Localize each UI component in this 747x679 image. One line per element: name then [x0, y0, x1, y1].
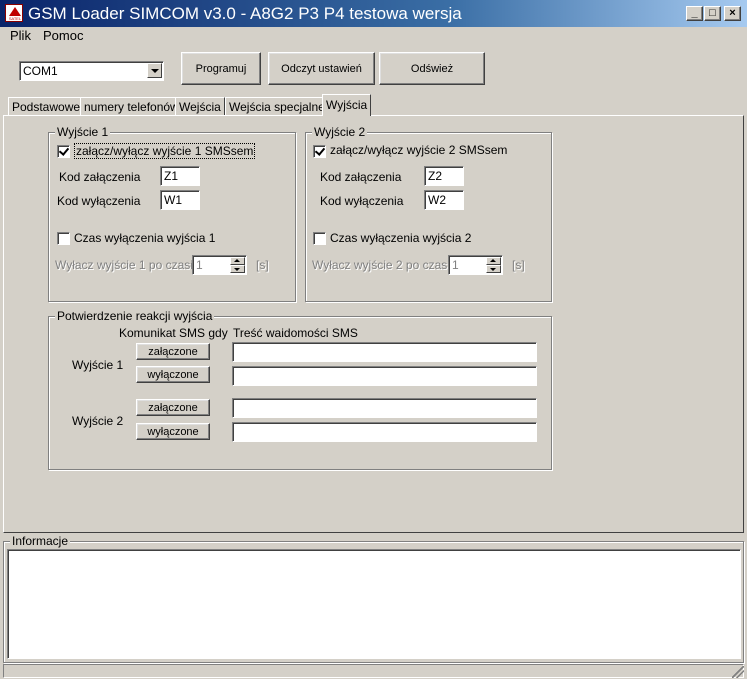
output2-on-sms-input[interactable]: [232, 398, 537, 418]
resize-grip-icon[interactable]: [732, 666, 744, 678]
output1-timer-value: 1: [196, 258, 203, 272]
output1-on-sms-input[interactable]: [232, 342, 537, 362]
output2-timer-checkbox[interactable]: [313, 232, 326, 245]
output1-sms-toggle-checkbox[interactable]: [57, 145, 70, 158]
confirm-row-label-output2: Wyjście 2: [72, 414, 124, 428]
output1-on-code-label: Kod załączenia: [59, 170, 141, 184]
output1-timer-unit: [s]: [256, 258, 269, 272]
window-title: GSM Loader SIMCOM v3.0 - A8G2 P3 P4 test…: [28, 4, 462, 23]
output2-off-code-label: Kod wyłączenia: [320, 194, 404, 208]
output2-timer-after-label: Wyłacz wyjście 2 po czasie: [312, 258, 457, 272]
spin-up-icon[interactable]: [230, 257, 245, 265]
tab-phone-numbers[interactable]: numery telefonów: [80, 97, 183, 115]
port-select-value: COM1: [23, 64, 58, 78]
output2-on-button[interactable]: załączone: [136, 399, 210, 416]
output2-timer-value: 1: [452, 258, 459, 272]
info-log-area[interactable]: [7, 549, 741, 659]
confirm-row-label-output1: Wyjście 1: [72, 358, 124, 372]
spin-down-icon[interactable]: [230, 265, 245, 273]
output1-off-code-label: Kod wyłączenia: [57, 194, 141, 208]
tab-basic[interactable]: Podstawowe: [8, 97, 85, 115]
tab-inputs[interactable]: Wejścia: [175, 97, 225, 115]
tab-special-inputs[interactable]: Wejścia specjalne: [225, 97, 329, 115]
read-settings-button[interactable]: Odczyt ustawień: [268, 52, 375, 85]
output1-off-sms-input[interactable]: [232, 366, 537, 386]
output2-group: Wyjście 2: [305, 125, 552, 302]
refresh-button[interactable]: Odśwież: [379, 52, 485, 85]
maximize-button[interactable]: □: [704, 6, 721, 21]
spin-up-icon[interactable]: [486, 257, 501, 265]
sms-when-header: Komunikat SMS gdy: [119, 326, 228, 340]
output2-sms-toggle-checkbox[interactable]: [313, 145, 326, 158]
output1-on-button[interactable]: załączone: [136, 343, 210, 360]
output1-timer-after-label: Wyłacz wyjście 1 po czasie: [55, 258, 200, 272]
status-bar: [3, 664, 744, 678]
tab-outputs[interactable]: Wyjścia: [322, 94, 372, 116]
minimize-button[interactable]: _: [686, 6, 703, 21]
sms-content-header: Treść waidomości SMS: [233, 326, 358, 340]
output1-off-code-input[interactable]: W1: [160, 190, 200, 210]
output2-on-code-input[interactable]: Z2: [424, 166, 464, 186]
program-button[interactable]: Programuj: [181, 52, 261, 85]
output1-on-code-input[interactable]: Z1: [160, 166, 200, 186]
port-select[interactable]: COM1: [19, 61, 164, 81]
menu-bar: Plik Pomoc: [0, 27, 747, 45]
output2-timer-label[interactable]: Czas wyłączenia wyjścia 2: [330, 231, 471, 245]
menu-help[interactable]: Pomoc: [43, 28, 83, 43]
spin-down-icon[interactable]: [486, 265, 501, 273]
menu-file[interactable]: Plik: [10, 28, 31, 43]
output1-timer-spinbox[interactable]: 1: [192, 255, 247, 275]
info-group-title: Informacje: [10, 534, 71, 548]
output2-timer-unit: [s]: [512, 258, 525, 272]
output2-group-title: Wyjście 2: [312, 125, 368, 139]
output2-on-code-label: Kod załączenia: [320, 170, 402, 184]
satel-logo-icon: SATEL: [5, 4, 23, 22]
output1-timer-checkbox[interactable]: [57, 232, 70, 245]
confirmation-group-title: Potwierdzenie reakcji wyjścia: [55, 309, 215, 323]
output2-off-sms-input[interactable]: [232, 422, 537, 442]
output2-off-code-input[interactable]: W2: [424, 190, 464, 210]
chevron-down-icon[interactable]: [147, 63, 162, 78]
title-bar[interactable]: SATEL GSM Loader SIMCOM v3.0 - A8G2 P3 P…: [0, 0, 747, 27]
close-button[interactable]: ×: [724, 6, 741, 21]
output1-group-title: Wyjście 1: [55, 125, 111, 139]
output1-sms-toggle-label[interactable]: załącz/wyłącz wyjście 1 SMSsem: [74, 143, 256, 159]
output1-off-button[interactable]: wyłączone: [136, 366, 210, 383]
output1-timer-label[interactable]: Czas wyłączenia wyjścia 1: [74, 231, 215, 245]
output2-timer-spinbox[interactable]: 1: [448, 255, 503, 275]
output2-off-button[interactable]: wyłączone: [136, 423, 210, 440]
output2-sms-toggle-label[interactable]: załącz/wyłącz wyjście 2 SMSsem: [330, 143, 507, 157]
